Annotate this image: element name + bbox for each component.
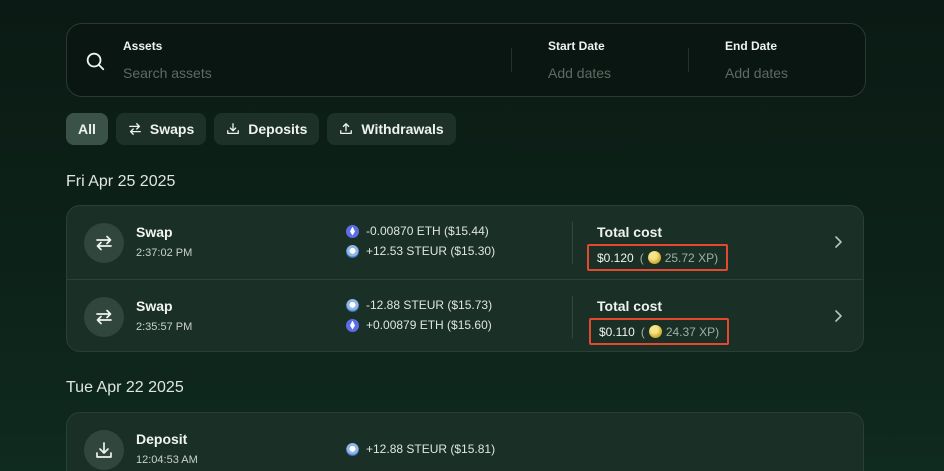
upload-icon xyxy=(340,123,353,135)
filter-bar: All Swaps Deposits Withdrawals xyxy=(66,113,456,145)
xp-amount: 24.37 XP) xyxy=(665,324,720,339)
end-date-input[interactable]: Add dates xyxy=(725,65,788,81)
total-cost-label: Total cost xyxy=(597,224,663,240)
filter-all-button[interactable]: All xyxy=(66,113,108,145)
end-date-field[interactable]: End Date Add dates xyxy=(725,39,788,81)
filter-withdrawals-label: Withdrawals xyxy=(361,121,444,137)
asset-change-text: +12.88 STEUR ($15.81) xyxy=(366,442,496,456)
start-date-label: Start Date xyxy=(548,39,605,53)
transaction-group-card: Swap 2:37:02 PM -0.00870 ETH ($15.44) +1… xyxy=(66,205,864,352)
transaction-type-icon xyxy=(84,297,124,337)
xp-coin-icon xyxy=(647,251,661,264)
asset-change-line: +12.53 STEUR ($15.30) xyxy=(346,244,495,258)
transaction-row[interactable]: Swap 2:35:57 PM -12.88 STEUR ($15.73) +0… xyxy=(67,279,863,351)
cost-amount: $0.110 xyxy=(599,324,635,339)
filter-withdrawals-button[interactable]: Withdrawals xyxy=(327,113,456,145)
transaction-group-card: Deposit 12:04:53 AM +12.88 STEUR ($15.81… xyxy=(66,412,864,471)
activity-page: Assets Search assets Start Date Add date… xyxy=(0,0,944,471)
filter-deposits-label: Deposits xyxy=(248,121,308,137)
assets-search-input[interactable]: Search assets xyxy=(123,65,212,81)
asset-change-line: +12.88 STEUR ($15.81) xyxy=(346,442,495,456)
start-date-field[interactable]: Start Date Add dates xyxy=(548,39,611,81)
date-header: Fri Apr 25 2025 xyxy=(66,173,176,190)
cost-amount: $0.120 xyxy=(597,250,634,265)
transaction-type-icon xyxy=(84,223,124,263)
filter-all-label: All xyxy=(78,121,96,137)
filter-swaps-label: Swaps xyxy=(149,121,195,137)
steur-icon xyxy=(346,244,359,258)
divider xyxy=(572,222,573,264)
search-bar[interactable]: Assets Search assets Start Date Add date… xyxy=(66,23,866,97)
transaction-row[interactable]: Swap 2:37:02 PM -0.00870 ETH ($15.44) +1… xyxy=(67,206,863,279)
assets-label: Assets xyxy=(123,39,163,53)
swap-icon xyxy=(128,123,141,135)
divider xyxy=(572,296,573,338)
asset-change-line: -0.00870 ETH ($15.44) xyxy=(346,224,489,238)
asset-change-text: -0.00870 ETH ($15.44) xyxy=(366,224,489,238)
asset-change-line: -12.88 STEUR ($15.73) xyxy=(346,298,492,312)
transaction-type-icon xyxy=(84,430,124,470)
xp-open-paren: ( xyxy=(640,324,645,339)
steur-icon xyxy=(346,298,359,312)
filter-swaps-button[interactable]: Swaps xyxy=(115,113,207,145)
total-cost-value: $0.110 ( 24.37 XP) xyxy=(589,318,730,345)
total-cost-label: Total cost xyxy=(597,298,663,314)
search-icon xyxy=(86,52,105,71)
filter-deposits-button[interactable]: Deposits xyxy=(214,113,320,145)
asset-change-text: +0.00879 ETH ($15.60) xyxy=(366,318,492,332)
eth-icon xyxy=(346,224,359,238)
transaction-time: 2:35:57 PM xyxy=(136,321,193,333)
xp-coin-icon xyxy=(648,325,662,338)
swap-icon xyxy=(96,309,112,325)
chevron-right-icon[interactable] xyxy=(833,309,843,323)
divider xyxy=(688,48,689,72)
eth-icon xyxy=(346,318,359,332)
transaction-row[interactable]: Deposit 12:04:53 AM +12.88 STEUR ($15.81… xyxy=(67,413,863,471)
total-cost-value: $0.120 ( 25.72 XP) xyxy=(587,244,729,271)
transaction-type: Deposit xyxy=(136,431,188,447)
transaction-time: 2:37:02 PM xyxy=(136,247,193,259)
swap-icon xyxy=(96,235,112,251)
chevron-right-icon[interactable] xyxy=(833,235,843,249)
end-date-label: End Date xyxy=(725,39,778,53)
download-icon xyxy=(96,442,112,458)
asset-change-line: +0.00879 ETH ($15.60) xyxy=(346,318,492,332)
transaction-time: 12:04:53 AM xyxy=(136,454,198,466)
transaction-type: Swap xyxy=(136,298,173,314)
transaction-type: Swap xyxy=(136,224,173,240)
asset-change-text: +12.53 STEUR ($15.30) xyxy=(366,244,496,258)
asset-change-text: -12.88 STEUR ($15.73) xyxy=(366,298,493,312)
divider xyxy=(511,48,512,72)
date-header: Tue Apr 22 2025 xyxy=(66,379,184,396)
xp-amount: 25.72 XP) xyxy=(664,250,719,265)
download-icon xyxy=(227,123,240,135)
steur-icon xyxy=(346,442,359,456)
assets-field[interactable]: Assets Search assets xyxy=(123,39,212,81)
xp-open-paren: ( xyxy=(639,250,644,265)
start-date-input[interactable]: Add dates xyxy=(548,65,611,81)
